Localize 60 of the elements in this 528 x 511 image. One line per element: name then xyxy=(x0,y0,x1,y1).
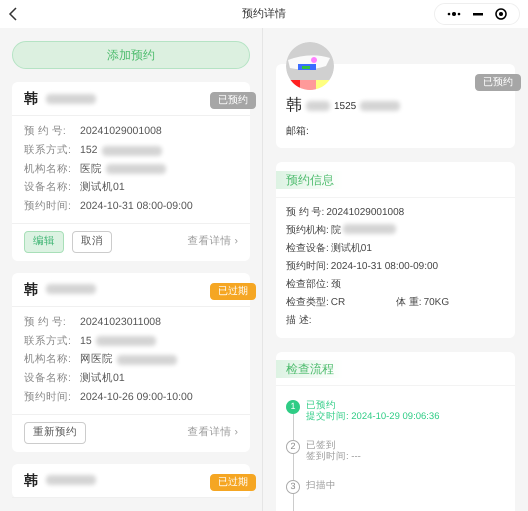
patient-name: 韩 xyxy=(24,89,38,108)
field-value: 网医院 xyxy=(80,352,113,368)
add-appointment-button[interactable]: 添加预约 xyxy=(12,41,250,69)
field-value: 医院 xyxy=(80,162,102,176)
status-badge: 已过期 xyxy=(210,282,256,300)
status-badge: 已预约 xyxy=(210,92,256,109)
email-label: 邮箱: xyxy=(286,126,309,137)
field-label: 设备名称: xyxy=(24,180,72,196)
field-label: 预 约 号: xyxy=(24,124,67,139)
field-value: 20241023011008 xyxy=(80,314,161,330)
field-label: 联系方式: xyxy=(24,334,72,348)
field-label: 检查部位: xyxy=(286,278,329,292)
view-details-link[interactable]: 查看详情 › xyxy=(188,234,238,250)
field-value: 院 xyxy=(330,224,341,238)
field-value: 测试机01 xyxy=(80,371,125,386)
status-badge: 已预约 xyxy=(475,74,521,91)
field-value: 20241029001008 xyxy=(80,124,162,139)
field-value: 152 xyxy=(80,142,98,158)
field-label: 联系方式: xyxy=(24,142,72,158)
field-value: 20241029001008 xyxy=(326,206,404,220)
field-label: 预约时间: xyxy=(24,199,72,214)
field-value: 测试机01 xyxy=(80,180,125,196)
step-title: 已预约 xyxy=(306,400,337,411)
field-label: 检查设备: xyxy=(286,242,329,256)
action-button[interactable]: 编辑 xyxy=(24,231,64,254)
field-value: 颈 xyxy=(330,278,341,292)
field-label: 机构名称: xyxy=(24,352,72,368)
step-time: 提交时间: 2024-10-29 09:06:36 xyxy=(306,411,440,422)
action-button[interactable]: 取消 xyxy=(72,231,112,254)
field-label: 体 重: xyxy=(396,296,422,310)
field-label: 描 述: xyxy=(286,314,312,328)
step-number: 3 xyxy=(286,480,300,494)
patient-name: 韩 xyxy=(24,470,38,490)
field-label: 预 约 号: xyxy=(286,206,324,220)
step-number: 2 xyxy=(286,440,300,454)
patient-name: 韩 xyxy=(24,280,38,299)
window-title: 预约详情 xyxy=(242,6,286,22)
field-label: 预约时间: xyxy=(286,260,329,274)
patient-name: 韩 xyxy=(286,96,302,116)
field-label: 预约时间: xyxy=(24,390,72,405)
field-value: 测试机01 xyxy=(330,242,372,256)
phone-number: 1525 xyxy=(334,100,356,114)
step-time: 签到时间: --- xyxy=(306,451,361,462)
step-number: 1 xyxy=(286,400,300,414)
field-value: 2024-10-31 08:00-09:00 xyxy=(80,199,193,214)
step-title: 已签到 xyxy=(306,440,337,451)
field-label: 机构名称: xyxy=(24,162,72,176)
field-value: 2024-10-31 08:00-09:00 xyxy=(330,260,438,274)
step-title: 扫描中 xyxy=(306,480,336,491)
status-badge: 已过期 xyxy=(210,474,256,490)
field-label: 预约机构: xyxy=(286,224,329,238)
field-label: 预 约 号: xyxy=(24,314,67,330)
field-value: 70KG xyxy=(424,296,450,310)
field-value: 2024-10-26 09:00-10:00 xyxy=(80,390,193,405)
field-value: 15 xyxy=(80,334,92,348)
action-button[interactable]: 重新预约 xyxy=(24,422,86,444)
view-details-link[interactable]: 查看详情 › xyxy=(188,425,238,441)
field-label: 设备名称: xyxy=(24,371,72,386)
field-label: 检查类型: xyxy=(286,296,329,310)
field-value: CR xyxy=(330,296,346,310)
